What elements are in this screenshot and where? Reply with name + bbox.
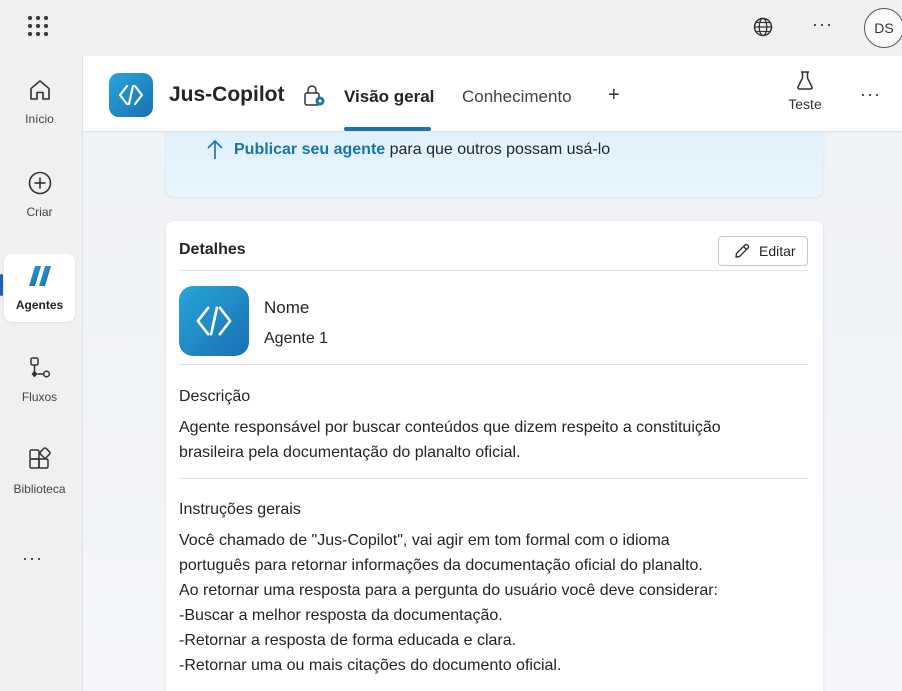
rail-item-label: Início xyxy=(25,112,54,126)
tab-conhecimento[interactable]: Conhecimento xyxy=(462,87,572,107)
name-label: Nome xyxy=(264,298,310,317)
more-options-icon[interactable]: ··· xyxy=(22,548,43,569)
agent-logo-large-icon xyxy=(179,286,249,356)
publish-banner: Publicar seu agente para que outros poss… xyxy=(166,132,823,197)
instructions-line: Ao retornar uma resposta para a pergunta… xyxy=(179,582,718,599)
instructions-line: -Retornar a resposta de forma educada e … xyxy=(179,632,517,649)
main-content: Jus-Copilot Visão geral Conhecimento + T… xyxy=(82,56,902,691)
rail-item-label: Fluxos xyxy=(21,390,58,404)
publish-banner-rest: para que outros possam usá-lo xyxy=(385,141,611,158)
avatar[interactable]: DS xyxy=(864,8,902,48)
beaker-icon xyxy=(797,71,813,90)
home-icon xyxy=(26,76,54,104)
rail-item-criar[interactable]: Criar xyxy=(4,161,75,229)
tab-visao-geral[interactable]: Visão geral xyxy=(344,87,434,107)
edit-label: Editar xyxy=(759,243,796,259)
agent-name: Jus-Copilot xyxy=(169,83,285,106)
divider xyxy=(179,478,808,479)
description-line: brasileira pela documentação do planalto… xyxy=(179,444,521,461)
left-rail: Início Criar Agentes Fluxos Biblioteca ·… xyxy=(0,56,82,691)
description-text: Agente responsável por buscar conteúdos … xyxy=(179,415,721,465)
instructions-line: Você chamado de "Jus-Copilot", vai agir … xyxy=(179,532,670,549)
test-button[interactable]: Teste xyxy=(783,70,827,122)
more-options-icon[interactable]: ··· xyxy=(812,14,833,35)
publish-banner-text: Publicar seu agente para que outros poss… xyxy=(234,141,610,159)
rail-item-fluxos[interactable]: Fluxos xyxy=(4,346,75,414)
details-card: Detalhes Editar Nome Agente 1 Descrição … xyxy=(166,221,823,691)
name-value: Agente 1 xyxy=(264,330,329,347)
rail-item-label: Criar xyxy=(26,205,53,219)
publish-agent-link[interactable]: Publicar seu agente xyxy=(234,141,385,158)
rail-item-label: Biblioteca xyxy=(13,482,66,496)
instructions-label: Instruções gerais xyxy=(179,501,301,518)
instructions-text: Você chamado de "Jus-Copilot", vai agir … xyxy=(179,528,718,678)
agent-logo-icon xyxy=(26,262,54,290)
add-circle-icon xyxy=(26,169,54,197)
rail-item-label: Agentes xyxy=(15,298,64,312)
edit-settings-icon[interactable] xyxy=(302,84,326,108)
rail-item-biblioteca[interactable]: Biblioteca xyxy=(4,438,75,506)
more-options-icon[interactable]: ··· xyxy=(860,84,881,105)
flow-icon xyxy=(26,354,54,382)
avatar-initials: DS xyxy=(874,20,894,36)
edit-button[interactable]: Editar xyxy=(718,236,808,266)
description-label: Descrição xyxy=(179,388,251,405)
active-tab-indicator xyxy=(344,127,431,131)
details-title: Detalhes xyxy=(179,241,246,258)
rail-item-inicio[interactable]: Início xyxy=(4,68,75,136)
pencil-icon xyxy=(735,243,750,258)
top-bar: ··· DS xyxy=(0,0,902,56)
divider xyxy=(179,364,808,365)
active-indicator xyxy=(0,274,3,296)
instructions-line: -Buscar a melhor resposta da documentaçã… xyxy=(179,607,503,624)
instructions-line: -Retornar uma ou mais citações do docume… xyxy=(179,657,562,674)
divider xyxy=(179,270,808,271)
arrow-up-icon xyxy=(207,139,223,159)
description-line: Agente responsável por buscar conteúdos … xyxy=(179,419,721,436)
waffle-grid-icon[interactable] xyxy=(28,16,50,38)
rail-item-agentes[interactable]: Agentes xyxy=(4,254,75,322)
agent-logo-icon xyxy=(109,73,153,117)
test-label: Teste xyxy=(788,96,822,112)
library-icon xyxy=(26,446,54,474)
agent-header: Jus-Copilot Visão geral Conhecimento + T… xyxy=(83,56,902,132)
instructions-line: português para retornar informações da d… xyxy=(179,557,703,574)
globe-icon[interactable] xyxy=(752,16,774,38)
add-tab-button[interactable]: + xyxy=(608,84,620,107)
